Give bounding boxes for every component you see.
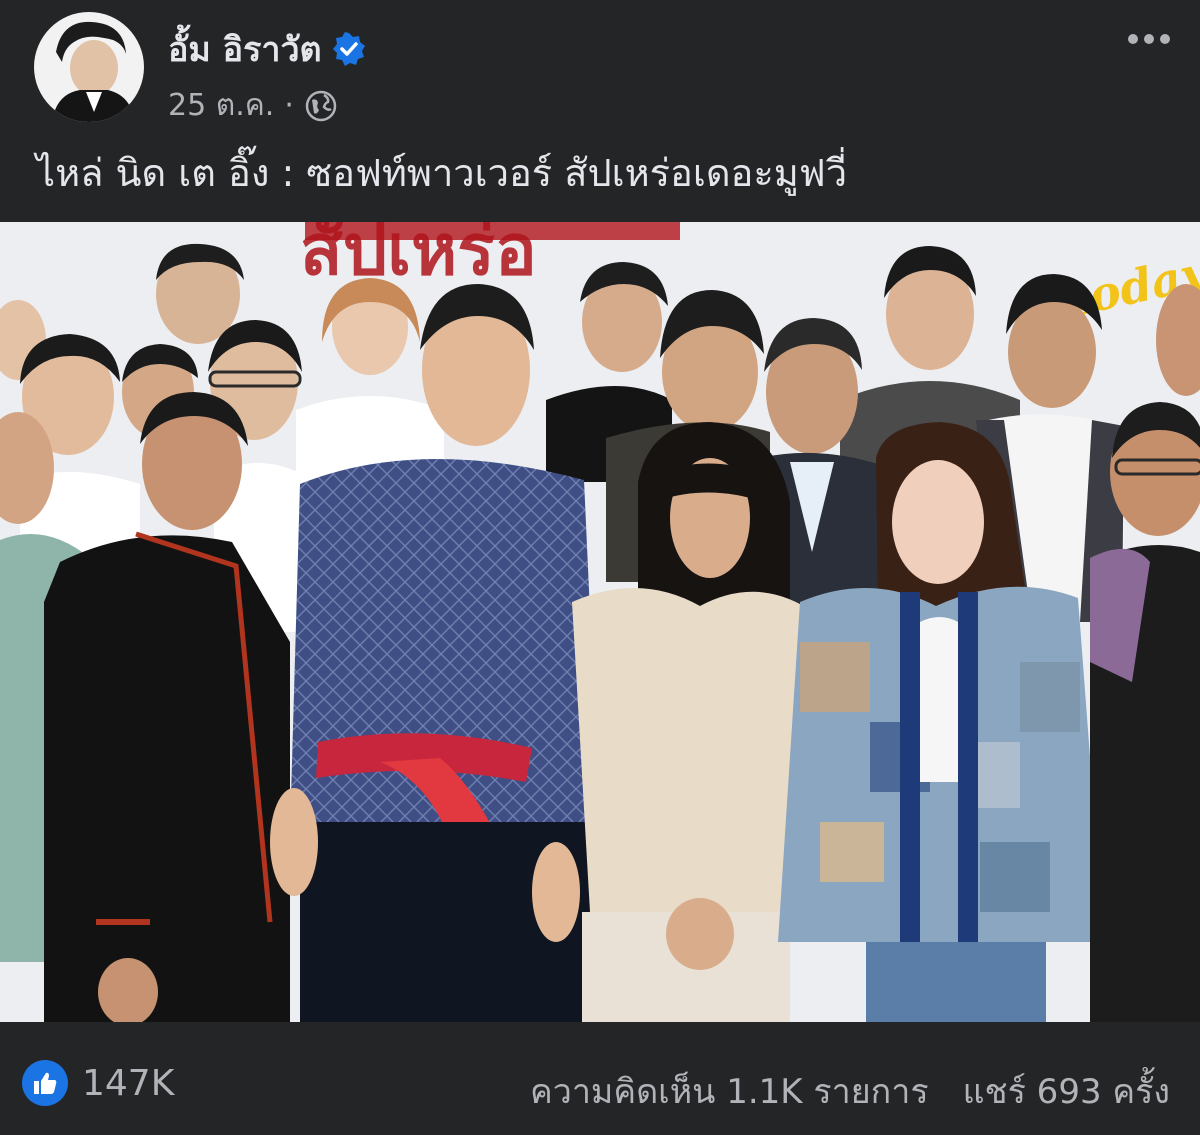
thumbs-up-icon [22, 1060, 68, 1106]
post-meta: 25 ต.ค. · [168, 82, 338, 129]
comments-count[interactable]: ความคิดเห็น 1.1K รายการ [530, 1064, 929, 1118]
post-photo[interactable]: สัปเหร่อ today [0, 222, 1200, 1022]
facebook-post: อั้ม อิราวัต 25 ต.ค. · ไหล่ นิด เต อิ๊ง … [0, 0, 1200, 1135]
post-date[interactable]: 25 ต.ค. [168, 82, 274, 129]
post-footer: 147K ความคิดเห็น 1.1K รายการ แชร์ 693 คร… [0, 1022, 1200, 1135]
meta-separator: · [284, 88, 294, 123]
author-avatar[interactable] [34, 12, 144, 122]
post-header: อั้ม อิราวัต 25 ต.ค. · ไหล่ นิด เต อิ๊ง … [0, 0, 1200, 222]
author-name[interactable]: อั้ม อิราวัต [168, 22, 322, 76]
more-options-icon[interactable] [1124, 28, 1174, 50]
engagement-stats: ความคิดเห็น 1.1K รายการ แชร์ 693 ครั้ง [530, 1064, 1170, 1118]
author-name-row: อั้ม อิราวัต [168, 22, 366, 76]
likes-count: 147K [82, 1062, 175, 1104]
globe-icon[interactable] [304, 89, 338, 123]
verified-badge-icon [332, 32, 365, 66]
shares-count[interactable]: แชร์ 693 ครั้ง [963, 1064, 1170, 1118]
post-caption: ไหล่ นิด เต อิ๊ง : ซอฟท์พาวเวอร์ สัปเหร่… [36, 151, 848, 195]
reactions-summary[interactable]: 147K [22, 1060, 174, 1106]
